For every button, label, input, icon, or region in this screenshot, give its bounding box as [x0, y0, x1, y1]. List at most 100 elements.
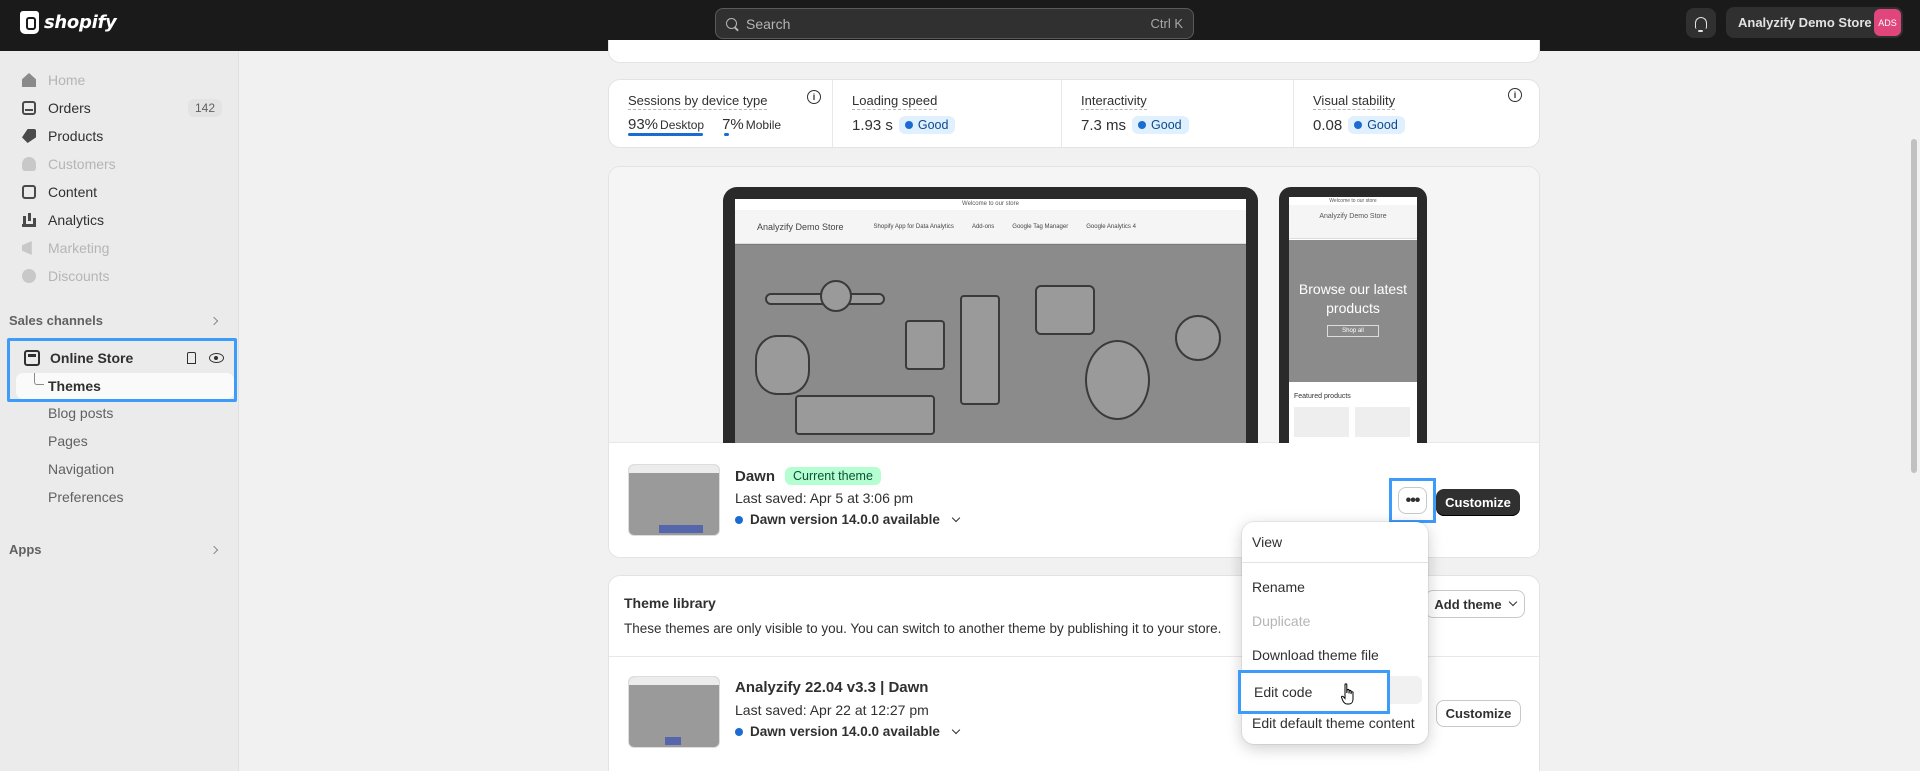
online-store-highlight: Online Store Themes [7, 338, 237, 402]
megaphone-icon [22, 241, 32, 255]
sidebar-item-label: Content [48, 184, 98, 200]
menu-item-view[interactable]: View [1252, 534, 1282, 550]
sidebar-item-preferences[interactable]: Preferences [48, 489, 123, 505]
metric-value: 1.93 s Good [852, 116, 1061, 134]
theme-last-saved: Last saved: Apr 5 at 3:06 pm [735, 490, 914, 506]
preview-hero-image [735, 245, 1246, 443]
sidebar-item-orders[interactable]: Orders 142 [22, 95, 222, 121]
home-icon [22, 73, 36, 87]
sidebar-item-navigation[interactable]: Navigation [48, 461, 114, 477]
loading-value: 1.93 s [852, 116, 893, 134]
performance-metrics-card: Sessions by device type 93% Desktop 7% M… [608, 79, 1540, 148]
phone-announcement: Welcome to our store [1289, 197, 1417, 205]
library-customize-button[interactable]: Customize [1436, 700, 1521, 727]
status-dot [904, 121, 913, 129]
apps-header[interactable]: Apps [9, 542, 221, 557]
theme-name-row: Dawn Current theme [735, 467, 881, 485]
sidebar-item-discounts[interactable]: Discounts [22, 263, 222, 289]
customize-button[interactable]: Customize [1436, 489, 1520, 516]
version-dropdown[interactable]: Dawn version 14.0.0 available [735, 512, 961, 527]
status-text: Good [1367, 118, 1398, 132]
sidebar-item-pages[interactable]: Pages [48, 433, 88, 449]
library-theme-name: Analyzify 22.04 v3.3 | Dawn [735, 679, 929, 696]
tree-connector [34, 373, 44, 385]
chevron-down-icon [951, 513, 961, 522]
announcement-bar: Welcome to our store [735, 199, 1246, 210]
library-version-dropdown[interactable]: Dawn version 14.0.0 available [735, 724, 961, 739]
chevron-down-icon [951, 725, 961, 734]
metric-visual-stability: Visual stability 0.08 Good i [1294, 80, 1539, 147]
notifications-button[interactable] [1686, 8, 1716, 38]
sidebar-item-label: Customers [48, 156, 116, 172]
theme-preview[interactable]: Welcome to our store Analyzify Demo Stor… [609, 167, 1539, 443]
desktop-pct: 93% [628, 116, 659, 133]
metric-value: 93% Desktop 7% Mobile [628, 116, 832, 133]
status-badge: Good [1132, 116, 1189, 134]
pin-icon[interactable] [187, 352, 196, 364]
store-menu-button[interactable]: Analyzify Demo Store ADS [1726, 7, 1903, 38]
desktop-label: Desktop [660, 117, 705, 132]
status-dot [1354, 121, 1363, 129]
thumbnail-header [629, 677, 719, 685]
info-icon[interactable]: i [1508, 88, 1522, 102]
shopify-logo[interactable]: shopify [20, 11, 117, 34]
sidebar-item-marketing[interactable]: Marketing [22, 235, 222, 261]
sidebar-item-blog-posts[interactable]: Blog posts [48, 405, 113, 421]
sidebar-item-online-store[interactable]: Online Store [24, 347, 224, 369]
orders-icon [22, 101, 36, 115]
menu-item-edit-code[interactable]: Edit code [1238, 670, 1390, 714]
sidebar-item-content[interactable]: Content [22, 179, 222, 205]
metric-loading-speed: Loading speed 1.93 s Good [833, 80, 1062, 147]
metric-label[interactable]: Interactivity [1081, 93, 1147, 110]
status-badge: Good [1348, 116, 1405, 134]
sales-channels-header[interactable]: Sales channels [9, 313, 221, 328]
desktop-bar [628, 133, 703, 136]
sidebar-item-home[interactable]: Home [22, 67, 222, 93]
add-theme-button[interactable]: Add theme [1425, 590, 1525, 618]
phone-hero-text: Browse our latest products [1298, 281, 1408, 316]
sidebar-item-label: Discounts [48, 268, 110, 284]
metric-interactivity: Interactivity 7.3 ms Good [1062, 80, 1294, 147]
eye-icon[interactable] [209, 353, 224, 363]
theme-name: Dawn [735, 467, 776, 485]
desktop-screen: Welcome to our store Analyzify Demo Stor… [735, 199, 1246, 443]
cup-sketch [1175, 315, 1221, 361]
metric-label[interactable]: Visual stability [1313, 93, 1396, 110]
menu-item-edit-default-theme-content[interactable]: Edit default theme content [1252, 715, 1415, 731]
version-text: Dawn version 14.0.0 available [750, 512, 940, 527]
chevron-down-icon [1508, 597, 1517, 607]
more-actions-button[interactable]: ••• [1398, 487, 1427, 514]
sidebar-item-customers[interactable]: Customers [22, 151, 222, 177]
sidebar-item-label: Products [48, 128, 104, 144]
menu-item-download-theme-file[interactable]: Download theme file [1252, 647, 1379, 663]
scrollbar-thumb[interactable] [1911, 139, 1917, 473]
theme-thumbnail [628, 676, 720, 748]
search-shortcut: Ctrl K [1150, 16, 1184, 31]
preview-nav-item: Google Analytics 4 [1086, 223, 1136, 230]
info-icon[interactable]: i [807, 90, 821, 104]
sidebar-item-label: Home [48, 72, 86, 88]
lens-sketch [960, 295, 1000, 405]
chevron-right-icon [209, 545, 219, 554]
sidebar-item-analytics[interactable]: Analytics [22, 207, 222, 233]
search-input[interactable]: Search Ctrl K [715, 8, 1194, 39]
phone-shop-button: Shop all [1327, 325, 1379, 337]
sales-channels-label: Sales channels [9, 313, 103, 328]
sidebar-item-label: Analytics [48, 212, 105, 228]
sidebar-item-products[interactable]: Products [22, 123, 222, 149]
menu-item-rename[interactable]: Rename [1252, 579, 1305, 595]
sidebar-item-label: Orders [48, 100, 91, 116]
phone-hero: Browse our latest products Shop all [1289, 240, 1417, 382]
mobile-preview: Welcome to our store Analyzify Demo Stor… [1279, 187, 1427, 443]
previous-card [608, 40, 1540, 63]
current-theme-badge: Current theme [785, 467, 881, 485]
discount-icon [22, 269, 36, 283]
sidebar-item-themes[interactable]: Themes [16, 373, 234, 399]
store-name: Analyzify Demo Store [1738, 15, 1872, 30]
metric-label[interactable]: Sessions by device type [628, 93, 768, 110]
metric-label[interactable]: Loading speed [852, 93, 938, 110]
metric-value: 7.3 ms Good [1081, 116, 1293, 134]
shopify-bag-icon [20, 11, 39, 34]
thumbnail-accent [665, 737, 681, 745]
search-placeholder: Search [746, 15, 791, 32]
